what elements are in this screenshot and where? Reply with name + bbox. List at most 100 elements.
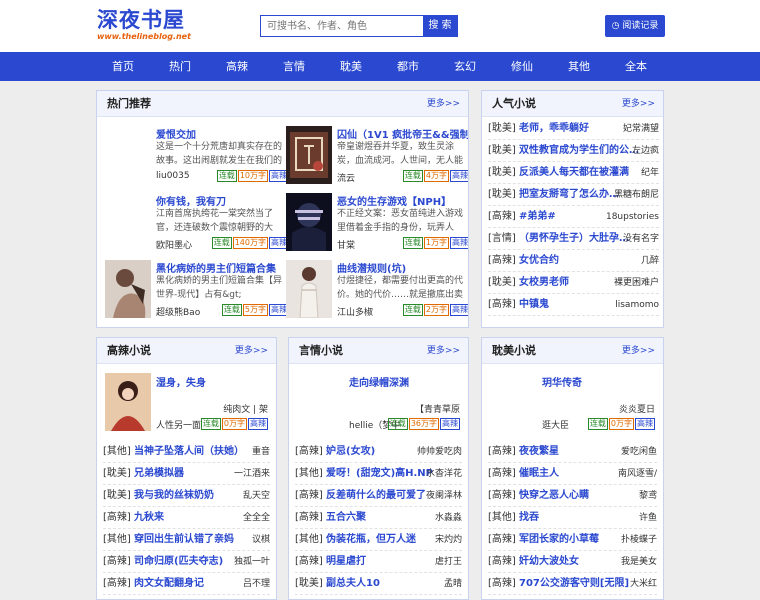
list-item[interactable]: [耽美] 我与我的丝袜奶奶 乱天空 — [103, 485, 270, 507]
nav-item-hot[interactable]: 热门 — [158, 52, 202, 81]
more-link[interactable]: 更多>> — [427, 91, 460, 117]
hot-book-item[interactable]: 黑化病娇的男主们短篇合集 黑化病娇的男主们短篇合集【异世界-现代】占有&gt; … — [105, 260, 289, 318]
row-title[interactable]: 我与我的丝袜奶奶 — [134, 490, 214, 501]
list-item[interactable]: [高辣] 快穿之恶人心瞒 黎鸢 — [488, 485, 657, 507]
row-title[interactable]: 夜夜繁星 — [519, 446, 559, 457]
row-title[interactable]: 妒忌(女攻) — [326, 446, 375, 457]
nav-item-home[interactable]: 首页 — [101, 52, 145, 81]
nav-item-other[interactable]: 其他 — [557, 52, 601, 81]
book-cover[interactable] — [286, 193, 332, 251]
list-item[interactable]: [高辣] 707公交游客守则[无限] 大米红 — [488, 573, 657, 595]
row-title[interactable]: 当神子坠落人间（扶她） — [134, 446, 244, 457]
list-item[interactable]: [其他] 穿回出生前认错了亲妈 议棋 — [103, 529, 270, 551]
more-link[interactable]: 更多>> — [622, 91, 655, 117]
book-title[interactable]: 你有钱，我有刀 — [156, 193, 289, 208]
row-title[interactable]: 催眠主人 — [519, 468, 559, 479]
row-title[interactable]: 副总夫人10 — [326, 578, 380, 589]
hot-book-item[interactable]: 你有钱，我有刀 江南首席执绔花一棠突然当了官，还连破数个震惊朝野的大 欧阳墨心 … — [105, 193, 289, 251]
list-item[interactable]: [耽美] 反派美人每天都在被灌满 纪年 — [488, 162, 659, 184]
list-item[interactable]: [耽美] 副总夫人10 孟晴 — [295, 573, 462, 595]
list-item[interactable]: [耽美] 兄弟模拟器 一江酒来 — [103, 463, 270, 485]
list-item[interactable]: [耽美] 双性教官成为学生们的公… 左边疯 — [488, 140, 659, 162]
search-input[interactable] — [261, 16, 425, 36]
hot-book-item[interactable]: 囚仙（1V1 疯批帝王&&强制… 帝皇谢煜吞并华夏，致生灵涂炭，血流成河。人世间… — [286, 126, 468, 184]
book-title[interactable]: 黑化病娇的男主们短篇合集 — [156, 260, 289, 275]
site-logo[interactable]: 深夜书屋 — [97, 8, 185, 32]
nav-item-complete[interactable]: 全本 — [614, 52, 658, 81]
list-item[interactable]: [高辣] 肉文女配翻身记 吕不理 — [103, 573, 270, 595]
list-item[interactable]: [高辣] 五合六聚 水淼淼 — [295, 507, 462, 529]
row-title[interactable]: 伪装花瓶，但万人迷 — [326, 534, 416, 545]
more-link[interactable]: 更多>> — [235, 338, 268, 364]
list-item[interactable]: [其他] 找吞 许鱼 — [488, 507, 657, 529]
list-item[interactable]: [其他] 爱呀！(甜宠文)高H.NP 水杳洋花 — [295, 463, 462, 485]
book-title[interactable]: 湿身，失身 — [156, 374, 206, 389]
row-title[interactable]: 明星虐打 — [326, 556, 366, 567]
nav-item-dushi[interactable]: 都市 — [386, 52, 430, 81]
hot-book-item[interactable]: 恶女的生存游戏【NPH】 不正经文案：恶女苗纯进入游戏里借着金手指的身份，玩弄人… — [286, 193, 468, 251]
list-item[interactable]: [高辣] 反差萌什么的最可爱了 夜阑泽林 — [295, 485, 462, 507]
list-item[interactable]: [耽美] 老师，乖乖躺好 妃常满望 — [488, 118, 659, 140]
row-title[interactable]: 肉文女配翻身记 — [134, 578, 204, 589]
row-title[interactable]: 爱呀！(甜宠文)高H.NP — [326, 468, 433, 479]
nav-item-gaola[interactable]: 高辣 — [215, 52, 259, 81]
book-cover[interactable] — [105, 126, 151, 184]
list-item[interactable]: [高辣] 中镇鬼 lisamomo — [488, 294, 659, 316]
list-item[interactable]: [高辣] 司命归原(匹夫夺志) 独孤一叶 — [103, 551, 270, 573]
nav-item-danmei[interactable]: 耽美 — [329, 52, 373, 81]
book-cover[interactable] — [105, 193, 151, 251]
list-item[interactable]: [高辣] 夜夜繁星 爱吃闲鱼 — [488, 441, 657, 463]
more-link[interactable]: 更多>> — [622, 338, 655, 364]
row-title[interactable]: 双性教官成为学生们的公… — [519, 145, 639, 156]
row-title[interactable]: 快穿之恶人心瞒 — [519, 490, 589, 501]
book-cover[interactable] — [286, 126, 332, 184]
nav-item-xiuxian[interactable]: 修仙 — [500, 52, 544, 81]
row-title[interactable]: 女优合约 — [519, 255, 559, 266]
list-item[interactable]: [高辣] #弟弟# 18upstories — [488, 206, 659, 228]
row-title[interactable]: 奸幼大波处女 — [519, 556, 579, 567]
row-title[interactable]: #弟弟# — [519, 211, 556, 222]
row-title[interactable]: 中镇鬼 — [519, 299, 549, 310]
book-title[interactable]: 走向绿帽深渊 — [349, 374, 409, 389]
list-item[interactable]: [耽美] 把室友掰弯了怎么办… 黑糖布朗尼 — [488, 184, 659, 206]
list-item[interactable]: [其他] 伪装花瓶，但万人迷 宋灼灼 — [295, 529, 462, 551]
book-title[interactable]: 恶女的生存游戏【NPH】 — [337, 193, 468, 208]
nav-item-xuanhuan[interactable]: 玄幻 — [443, 52, 487, 81]
book-title[interactable]: 曲线潜规则(坑) — [337, 260, 468, 275]
row-title[interactable]: 司命归原(匹夫夺志) — [134, 556, 223, 567]
book-cover[interactable] — [286, 260, 332, 318]
row-title[interactable]: 老师，乖乖躺好 — [519, 123, 589, 134]
row-title[interactable]: 找吞 — [519, 512, 539, 523]
row-title[interactable]: 九秋来 — [134, 512, 164, 523]
row-title[interactable]: 707公交游客守则[无限] — [519, 578, 629, 589]
nav-item-yanqing[interactable]: 言情 — [272, 52, 316, 81]
row-title[interactable]: 兄弟模拟器 — [134, 468, 184, 479]
row-title[interactable]: 女校男老师 — [519, 277, 569, 288]
row-title[interactable]: 把室友掰弯了怎么办… — [519, 189, 619, 200]
list-item[interactable]: [高辣] 军团长家的小草莓 扑棱蝶子 — [488, 529, 657, 551]
list-item[interactable]: [高辣] 奸幼大波处女 我是美女 — [488, 551, 657, 573]
row-title[interactable]: 五合六聚 — [326, 512, 366, 523]
book-title[interactable]: 爱恨交加 — [156, 126, 289, 141]
book-cover[interactable] — [105, 260, 151, 318]
book-title[interactable]: 玥华传奇 — [542, 374, 582, 389]
row-title[interactable]: （男怀孕生子）大肚孕… — [519, 233, 629, 244]
list-item[interactable]: [言情] （男怀孕生子）大肚孕… 没有名字 — [488, 228, 659, 250]
book-title[interactable]: 囚仙（1V1 疯批帝王&&强制… — [337, 126, 468, 141]
row-title[interactable]: 反差萌什么的最可爱了 — [326, 490, 426, 501]
list-item[interactable]: [高辣] 明星虐打 虐打王 — [295, 551, 462, 573]
list-item[interactable]: [高辣] 九秋来 全全全 — [103, 507, 270, 529]
reading-history-button[interactable]: ◷ 阅读记录 — [605, 15, 665, 37]
row-title[interactable]: 穿回出生前认错了亲妈 — [134, 534, 234, 545]
more-link[interactable]: 更多>> — [427, 338, 460, 364]
row-title[interactable]: 军团长家的小草莓 — [519, 534, 599, 545]
book-cover[interactable] — [105, 373, 151, 431]
hot-book-item[interactable]: 爱恨交加 这是一个十分荒唐却真实存在的故事。这出闹剧就发生在我们的 liu003… — [105, 126, 289, 184]
list-item[interactable]: [其他] 当神子坠落人间（扶她） 重音 — [103, 441, 270, 463]
hot-book-item[interactable]: 曲线潜规则(坑) 付煜捷径，都需要付出更高的代价。她的代价……就是撤底出卖 江山… — [286, 260, 468, 318]
list-item[interactable]: [高辣] 催眠主人 南风逐雪/ — [488, 463, 657, 485]
list-item[interactable]: [高辣] 女优合约 几醉 — [488, 250, 659, 272]
list-item[interactable]: [高辣] 妒忌(女攻) 帅帅爱吃肉 — [295, 441, 462, 463]
search-button[interactable]: 搜 索 — [423, 16, 457, 36]
row-title[interactable]: 反派美人每天都在被灌满 — [519, 167, 629, 178]
